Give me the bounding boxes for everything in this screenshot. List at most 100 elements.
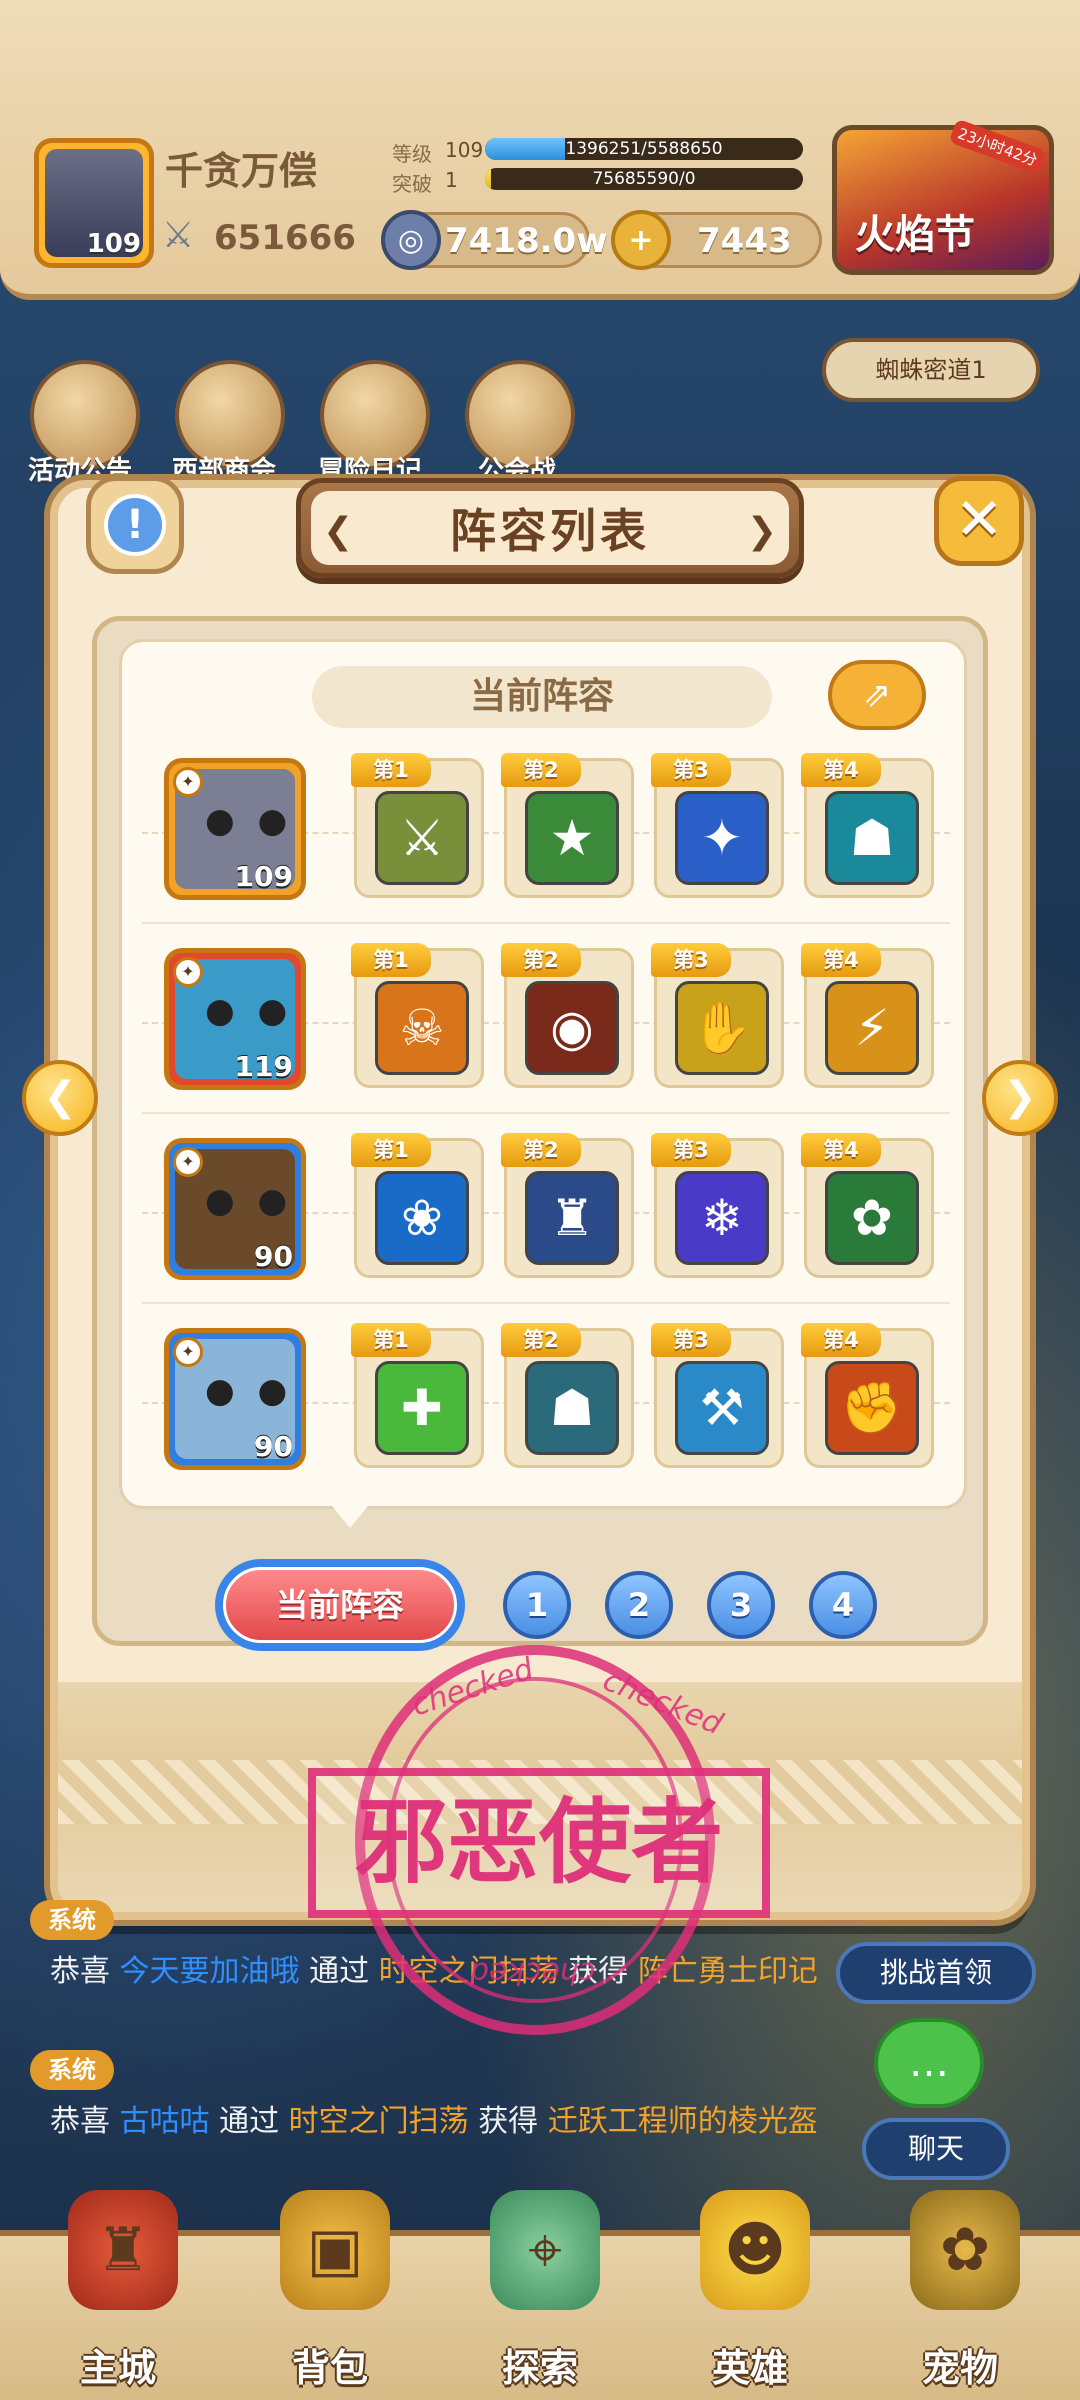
next-arrow-icon[interactable]: ❯: [982, 1060, 1058, 1136]
hero-eyes-icon: ● ●: [205, 1371, 294, 1411]
tab-label: 背包: [291, 2346, 368, 2390]
skill-slot[interactable]: ✿ 第4: [801, 1133, 934, 1278]
skill-order-tag: 第2: [501, 753, 581, 787]
lineup-row: ● ● ✦ 90 ✚ 第1 ☗ 第2 ⚒ 第3 ✊ 第4: [122, 1322, 970, 1482]
info-icon: !: [104, 494, 166, 556]
player-level: 109: [86, 229, 141, 259]
pager-page-1[interactable]: 1: [503, 1571, 571, 1639]
tab-main-city[interactable]: ♜ 主城: [18, 2190, 218, 2400]
title-left-ornament-icon: ❮: [323, 511, 354, 552]
element-icon: ✦: [173, 1337, 203, 1367]
skill-slot[interactable]: ♜ 第2: [501, 1133, 634, 1278]
player-avatar[interactable]: 109: [34, 138, 154, 268]
skill-slot[interactable]: ✦ 第3: [651, 753, 784, 898]
tab-label: 宠物: [921, 2346, 998, 2390]
hero-portrait[interactable]: ● ● ✦ 119: [164, 948, 306, 1090]
skill-icon: ☗: [825, 791, 919, 885]
skill-slot[interactable]: ❀ 第1: [351, 1133, 484, 1278]
skill-slot[interactable]: ⚡ 第4: [801, 943, 934, 1088]
pager-page-2[interactable]: 2: [605, 1571, 673, 1639]
skill-icon: ⚒: [675, 1361, 769, 1455]
prev-arrow-icon[interactable]: ❮: [22, 1060, 98, 1136]
hero-eyes-icon: ● ●: [205, 801, 294, 841]
skill-slot[interactable]: ◉ 第2: [501, 943, 634, 1088]
skill-slot[interactable]: ★ 第2: [501, 753, 634, 898]
hero-level: 90: [254, 1240, 293, 1273]
tab-pet[interactable]: ✿ 宠物: [860, 2190, 1060, 2400]
tab-hero[interactable]: ☻ 英雄: [650, 2190, 850, 2400]
pager-current-button[interactable]: 当前阵容: [215, 1559, 465, 1651]
map-icon: ⌖: [490, 2190, 600, 2310]
tab-backpack[interactable]: ▣ 背包: [230, 2190, 430, 2400]
row-separator: [142, 922, 950, 924]
skill-icon: ✋: [675, 981, 769, 1075]
player-name: 千贪万偿: [165, 149, 318, 193]
element-icon: ✦: [173, 1147, 203, 1177]
gold-coin-icon: +: [611, 210, 671, 270]
break-label: 突破: [392, 172, 432, 196]
chat-item[interactable]: 迁跃工程师的棱光盔: [548, 2104, 818, 2139]
skill-slot[interactable]: ✚ 第1: [351, 1323, 484, 1468]
chat-mid: 通过: [219, 2104, 280, 2139]
skill-icon: ✿: [825, 1171, 919, 1265]
element-icon: ✦: [173, 767, 203, 797]
challenge-boss-button[interactable]: 挑战首领: [836, 1942, 1036, 2004]
skill-slot[interactable]: ⚒ 第3: [651, 1323, 784, 1468]
chat-button[interactable]: 聊天: [862, 2118, 1010, 2180]
chat-user[interactable]: 古咕咕: [120, 2104, 210, 2139]
silver-coin-icon: ◎: [381, 210, 441, 270]
chat-bubble-icon[interactable]: …: [874, 2018, 984, 2108]
skill-slot[interactable]: ✋ 第3: [651, 943, 784, 1088]
break-bar: 75685590/0: [485, 168, 803, 190]
lineup-card: 当前阵容 ⇗ ● ● ✦ 109 ⚔ 第1 ★ 第2 ✦ 第3 ☗ 第4 ● ● ✦ 119 ☠ 第1 ◉ 第2 ✋…: [119, 639, 970, 1528]
chat-mid: 通过: [309, 1954, 370, 1989]
skill-icon: ❀: [375, 1171, 469, 1265]
skill-slot[interactable]: ❄ 第3: [651, 1133, 784, 1278]
row-separator: [142, 1302, 950, 1304]
hero-eyes-icon: ● ●: [205, 1181, 294, 1221]
skill-icon: ⚡: [825, 981, 919, 1075]
hero-level: 109: [234, 860, 293, 893]
skill-icon: ⚔: [375, 791, 469, 885]
share-button[interactable]: ⇗: [828, 660, 926, 730]
pager-page-4[interactable]: 4: [809, 1571, 877, 1639]
chat-get: 获得: [478, 2104, 539, 2139]
bottom-nav: ♜ 主城 ▣ 背包 ⌖ 探索 ☻ 英雄 ✿ 宠物: [0, 2190, 1080, 2400]
lineup-row: ● ● ✦ 119 ☠ 第1 ◉ 第2 ✋ 第3 ⚡ 第4: [122, 942, 970, 1114]
hero-portrait[interactable]: ● ● ✦ 90: [164, 1328, 306, 1470]
close-button[interactable]: ✕: [934, 476, 1024, 566]
skill-slot[interactable]: ☗ 第4: [801, 753, 934, 898]
skill-order-tag: 第3: [651, 1323, 731, 1357]
skill-icon: ✊: [825, 1361, 919, 1455]
skill-icon: ✚: [375, 1361, 469, 1455]
skill-icon: ◉: [525, 981, 619, 1075]
level-value: 109: [445, 138, 484, 162]
info-button[interactable]: !: [86, 476, 184, 574]
skill-slot[interactable]: ⚔ 第1: [351, 753, 484, 898]
skill-icon: ☗: [525, 1361, 619, 1455]
silver-amount: 7418.0w: [445, 221, 608, 261]
festival-banner[interactable]: 23小时42分 火焰节: [832, 118, 1054, 275]
pager-page-3[interactable]: 3: [707, 1571, 775, 1639]
level-label: 等级: [392, 142, 432, 166]
skill-slot[interactable]: ☠ 第1: [351, 943, 484, 1088]
skill-icon: ❄: [675, 1171, 769, 1265]
gold-pill[interactable]: + 7443: [611, 210, 822, 270]
pet-icon: ✿: [910, 2190, 1020, 2310]
element-icon: ✦: [173, 957, 203, 987]
title-right-ornament-icon: ❯: [746, 511, 777, 552]
share-icon: ⇗: [862, 675, 892, 715]
skill-slot[interactable]: ✊ 第4: [801, 1323, 934, 1468]
skill-order-tag: 第4: [801, 1323, 881, 1357]
silver-pill[interactable]: ◎ 7418.0w: [381, 210, 608, 270]
lineup-row: ● ● ✦ 109 ⚔ 第1 ★ 第2 ✦ 第3 ☗ 第4: [122, 752, 970, 924]
close-icon: ✕: [954, 485, 1004, 553]
tab-label: 英雄: [711, 2346, 788, 2390]
skill-slot[interactable]: ☗ 第2: [501, 1323, 634, 1468]
hero-portrait[interactable]: ● ● ✦ 109: [164, 758, 306, 900]
tab-explore[interactable]: ⌖ 探索: [440, 2190, 640, 2400]
region-pill[interactable]: 蜘蛛密道1: [822, 338, 1040, 402]
row-separator: [142, 1112, 950, 1114]
chat-user[interactable]: 今天要加油哦: [120, 1954, 300, 1989]
hero-portrait[interactable]: ● ● ✦ 90: [164, 1138, 306, 1280]
